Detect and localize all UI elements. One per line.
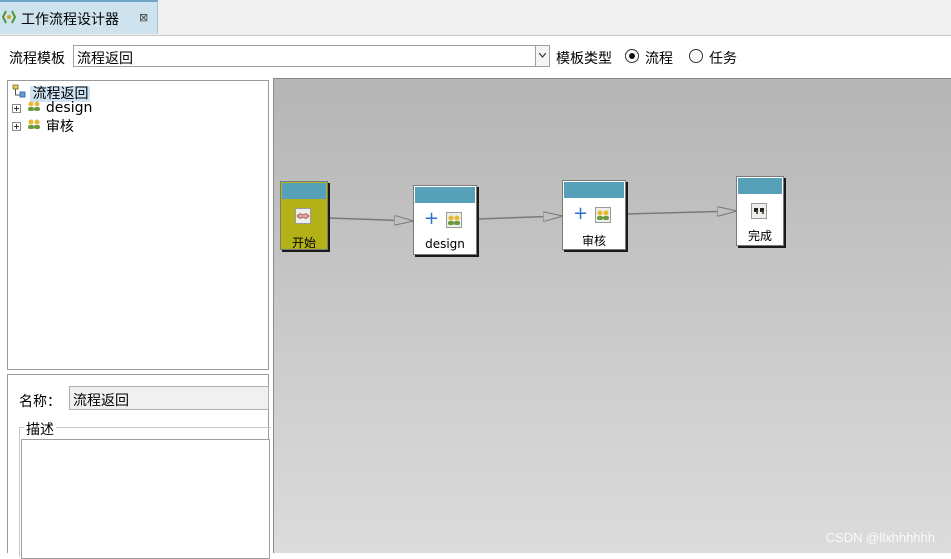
add-icon[interactable]: + — [424, 210, 439, 228]
template-toolbar: 流程模板 流程返回 模板类型 流程 任务 — [0, 38, 951, 76]
radio-process-indicator[interactable] — [625, 49, 639, 63]
add-icon[interactable]: + — [573, 205, 588, 223]
users-icon — [27, 100, 41, 116]
node-header — [415, 187, 475, 203]
radio-process-label: 流程 — [645, 51, 673, 67]
template-select[interactable]: 流程返回 — [73, 45, 550, 67]
properties-panel: 名称： 流程返回 描述 — [7, 374, 271, 559]
connection-start-design — [328, 218, 413, 221]
tree-root-item[interactable]: 流程返回 — [12, 83, 91, 102]
node-label: 开始 — [291, 236, 316, 250]
tree-item-label: design — [45, 100, 93, 116]
tree-item-review[interactable]: 审核 — [12, 116, 74, 135]
description-group: 描述 — [19, 419, 271, 559]
users-icon — [27, 118, 41, 134]
name-label: 名称： — [19, 394, 61, 410]
name-field[interactable]: 流程返回 — [69, 386, 269, 410]
users-icon — [595, 207, 611, 223]
tree-item-label: 审核 — [45, 119, 74, 135]
node-header — [564, 182, 624, 198]
finish-flag-icon — [751, 203, 767, 219]
close-tab-icon[interactable]: ⊠ — [139, 11, 148, 24]
tree-item-design[interactable]: design — [12, 100, 92, 116]
workflow-editor-icon — [1, 9, 17, 25]
template-label: 流程模板 — [9, 51, 65, 67]
node-design[interactable]: + design — [413, 185, 477, 255]
template-type-label: 模板类型 — [556, 51, 612, 67]
node-label: design — [425, 237, 465, 251]
name-field-value: 流程返回 — [73, 393, 129, 409]
description-textarea[interactable] — [21, 439, 270, 559]
node-header — [282, 183, 326, 199]
editor-tab-bar: 工作流程设计器 ⊠ — [0, 0, 951, 36]
watermark: CSDN @llxhhhhhh — [825, 530, 935, 545]
expand-icon[interactable] — [12, 121, 21, 131]
users-icon — [446, 212, 462, 228]
radio-task[interactable]: 任务 — [689, 48, 749, 67]
radio-task-label: 任务 — [709, 51, 737, 67]
node-label: 完成 — [747, 229, 772, 243]
connection-review-done — [626, 211, 736, 214]
process-tree: 流程返回 design 审核 — [7, 80, 269, 370]
radio-process[interactable]: 流程 — [625, 48, 685, 67]
connection-design-review — [477, 216, 562, 219]
radio-task-indicator[interactable] — [689, 49, 703, 63]
expand-icon[interactable] — [12, 103, 21, 113]
chevron-down-icon[interactable] — [535, 46, 549, 66]
node-done[interactable]: 完成 — [736, 176, 784, 246]
node-review[interactable]: + 审核 — [562, 180, 626, 250]
tab-workflow-designer[interactable]: 工作流程设计器 ⊠ — [0, 0, 158, 34]
description-label: 描述 — [24, 419, 56, 439]
node-start[interactable]: 开始 — [280, 181, 328, 250]
connection-layer — [328, 79, 951, 554]
node-header — [738, 178, 782, 194]
tab-title: 工作流程设计器 — [21, 12, 119, 28]
handshake-icon — [295, 208, 311, 224]
template-select-value: 流程返回 — [77, 51, 133, 67]
node-label: 审核 — [581, 234, 606, 248]
workflow-canvas[interactable]: 开始 + design + 审核 完成 — [273, 78, 951, 553]
